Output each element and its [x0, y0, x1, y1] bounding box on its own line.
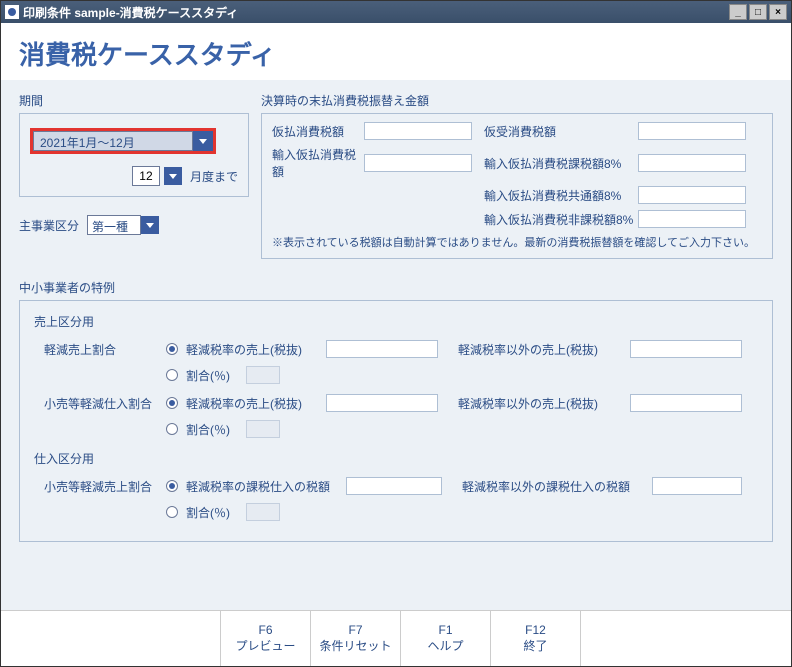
retail-reduced-sales-ratio-label: 小売等軽減売上割合	[34, 478, 166, 495]
footer-tail	[581, 611, 791, 666]
titlebar: 印刷条件 sample-消費税ケーススタディ _ □ ×	[1, 1, 791, 23]
chevron-down-icon[interactable]	[193, 131, 213, 151]
other-sales-input[interactable]	[630, 340, 742, 358]
import-common-8-input[interactable]	[638, 186, 746, 204]
f1-key: F1	[438, 623, 452, 637]
f12-label: 終了	[523, 637, 547, 654]
opt-percent-label: 割合(％)	[186, 367, 246, 384]
retail-purchase-radio-sales[interactable]	[166, 397, 178, 409]
retail-sales-radio-percent[interactable]	[166, 506, 178, 518]
import-provisional-input[interactable]	[364, 154, 472, 172]
opt-reduced-sales-label-2: 軽減税率の売上(税抜)	[186, 395, 326, 412]
period-range-value: 2021年1月～12月	[33, 131, 193, 151]
settlement-frame: 仮払消費税額 仮受消費税額 輸入仮払消費税額 輸入仮払消費税課税額8% 輸入仮払…	[261, 113, 773, 259]
f7-key: F7	[348, 623, 362, 637]
page-title: 消費税ケーススタディ	[19, 35, 773, 72]
period-label: 期間	[19, 92, 249, 109]
close-button[interactable]: ×	[769, 4, 787, 20]
month-input[interactable]	[132, 166, 160, 186]
month-chevron-icon[interactable]	[164, 167, 182, 185]
main-business-value: 第一種	[87, 215, 141, 235]
reduced-sales-percent-input[interactable]	[246, 366, 280, 384]
reduced-purchase-tax-input[interactable]	[346, 477, 442, 495]
f6-label: プレビュー	[235, 637, 295, 654]
period-frame: 2021年1月～12月 月度まで	[19, 113, 249, 197]
settlement-label: 決算時の末払消費税振替え金額	[261, 92, 773, 109]
f7-label: 条件リセット	[319, 637, 391, 654]
provisional-received-input[interactable]	[638, 122, 746, 140]
main-business-label: 主事業区分	[19, 217, 79, 234]
import-taxable-8-input[interactable]	[638, 154, 746, 172]
retail-sales-radio-tax[interactable]	[166, 480, 178, 492]
help-button[interactable]: F1 ヘルプ	[401, 611, 491, 666]
opt-percent-label-2: 割合(％)	[186, 421, 246, 438]
window-title: 印刷条件 sample-消費税ケーススタディ	[23, 4, 727, 21]
retail-purchase-radio-percent[interactable]	[166, 423, 178, 435]
provisional-received-label: 仮受消費税額	[484, 123, 634, 140]
preview-button[interactable]: F6 プレビュー	[221, 611, 311, 666]
main-business-combo[interactable]: 第一種	[87, 215, 159, 235]
header: 消費税ケーススタディ	[1, 23, 791, 80]
import-provisional-label: 輸入仮払消費税額	[272, 146, 360, 180]
sales-subhead: 売上区分用	[34, 313, 758, 330]
provisional-paid-input[interactable]	[364, 122, 472, 140]
footer-spacer	[1, 611, 221, 666]
reduced-sales-input[interactable]	[326, 340, 438, 358]
opt-percent-label-3: 割合(％)	[186, 504, 246, 521]
opt-other-sales-label: 軽減税率以外の売上(税抜)	[458, 341, 630, 358]
special-section-label: 中小事業者の特例	[19, 279, 773, 296]
period-range-combo[interactable]: 2021年1月～12月	[30, 128, 216, 154]
chevron-down-icon[interactable]	[141, 216, 159, 234]
reset-button[interactable]: F7 条件リセット	[311, 611, 401, 666]
minimize-button[interactable]: _	[729, 4, 747, 20]
window: 印刷条件 sample-消費税ケーススタディ _ □ × 消費税ケーススタディ …	[0, 0, 792, 667]
maximize-button[interactable]: □	[749, 4, 767, 20]
settlement-note: ※表示されている税額は自動計算ではありません。最新の消費税振替額を確認してご入力…	[272, 234, 762, 250]
app-icon	[5, 5, 19, 19]
retail-purchase-reduced-input[interactable]	[326, 394, 438, 412]
provisional-paid-label: 仮払消費税額	[272, 123, 360, 140]
import-nontaxable-8-label: 輸入仮払消費税非課税額8%	[484, 211, 634, 228]
special-frame: 売上区分用 軽減売上割合 軽減税率の売上(税抜) 軽減税率以外の売上(税抜) 割…	[19, 300, 773, 542]
import-nontaxable-8-input[interactable]	[638, 210, 746, 228]
import-taxable-8-label: 輸入仮払消費税課税額8%	[484, 155, 634, 172]
f1-label: ヘルプ	[427, 637, 463, 654]
opt-reduced-sales-label: 軽減税率の売上(税抜)	[186, 341, 326, 358]
month-suffix: 月度まで	[190, 168, 238, 185]
f6-key: F6	[258, 623, 272, 637]
import-common-8-label: 輸入仮払消費税共通額8%	[484, 187, 634, 204]
reduced-sales-radio-sales[interactable]	[166, 343, 178, 355]
opt-reduced-purchase-tax-label: 軽減税率の課税仕入の税額	[186, 478, 346, 495]
reduced-sales-radio-percent[interactable]	[166, 369, 178, 381]
opt-other-sales-label-2: 軽減税率以外の売上(税抜)	[458, 395, 630, 412]
f12-key: F12	[525, 623, 546, 637]
retail-reduced-purchase-ratio-label: 小売等軽減仕入割合	[34, 395, 166, 412]
exit-button[interactable]: F12 終了	[491, 611, 581, 666]
footer: F6 プレビュー F7 条件リセット F1 ヘルプ F12 終了	[1, 610, 791, 666]
other-purchase-tax-input[interactable]	[652, 477, 742, 495]
retail-purchase-other-input[interactable]	[630, 394, 742, 412]
reduced-sales-ratio-label: 軽減売上割合	[34, 341, 166, 358]
retail-purchase-percent-input[interactable]	[246, 420, 280, 438]
opt-other-purchase-tax-label: 軽減税率以外の課税仕入の税額	[462, 478, 652, 495]
content: 期間 2021年1月～12月 月度まで 主事業区分 第一種	[1, 80, 791, 610]
retail-sales-percent-input[interactable]	[246, 503, 280, 521]
purchase-subhead: 仕入区分用	[34, 450, 758, 467]
